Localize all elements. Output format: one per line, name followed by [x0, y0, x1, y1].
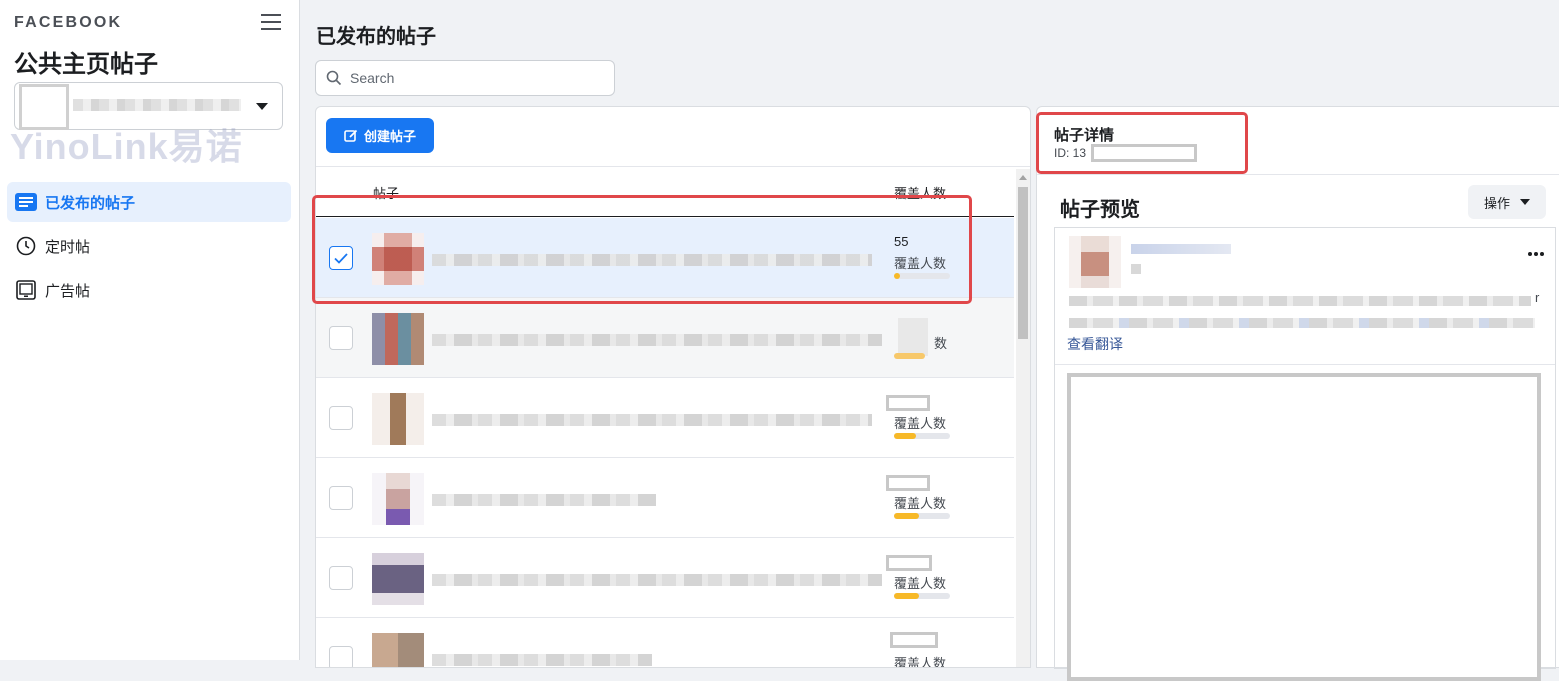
post-text-redacted — [432, 574, 882, 586]
divider — [316, 166, 1030, 167]
clock-icon — [15, 235, 37, 257]
scrollbar-thumb[interactable] — [1018, 187, 1028, 339]
reach-bar-fill — [894, 433, 917, 439]
actions-label: 操作 — [1483, 195, 1510, 211]
watermark: YinoLink易诺 — [10, 126, 243, 167]
sidebar-item-label: 已发布的帖子 — [45, 194, 136, 212]
chevron-down-icon — [1520, 199, 1530, 205]
page-name-redacted — [73, 99, 241, 111]
post-text-redacted — [432, 414, 872, 426]
create-post-label: 创建帖子 — [363, 129, 416, 144]
reach-bar-fill — [894, 353, 925, 359]
sidebar-item-scheduled-posts[interactable]: 定时帖 — [7, 226, 291, 266]
reach-bar — [894, 593, 950, 599]
post-thumbnail — [372, 633, 424, 667]
preview-title: 帖子预览 — [1060, 199, 1140, 221]
reach-label: 覆盖人数 — [894, 496, 947, 511]
post-thumbnail — [372, 553, 424, 605]
divider — [1055, 364, 1555, 365]
sidebar-item-ad-posts[interactable]: 广告帖 — [7, 270, 291, 310]
tablet-icon — [15, 279, 37, 301]
annotation-highlight-detail — [1036, 112, 1248, 174]
row-checkbox[interactable] — [329, 406, 353, 430]
post-meta-redacted — [1131, 264, 1141, 274]
divider — [1037, 174, 1559, 175]
redacted-block — [886, 555, 932, 571]
post-text-redacted — [432, 334, 882, 346]
sidebar: FACEBOOK 公共主页帖子 YinoLink易诺 已发布的帖子 定时帖 广告… — [0, 0, 300, 660]
brand-logo: FACEBOOK — [14, 14, 123, 31]
reach-bar-fill — [894, 513, 920, 519]
post-text-redacted — [1069, 318, 1535, 328]
redacted-block — [886, 395, 930, 411]
search-box[interactable] — [315, 60, 615, 96]
redacted-block — [886, 475, 930, 491]
scrollbar[interactable] — [1016, 169, 1030, 667]
sidebar-item-label: 定时帖 — [45, 238, 91, 256]
table-row[interactable]: 覆盖人数 — [316, 378, 1014, 458]
reach-label: 覆盖人数 — [894, 576, 947, 591]
post-preview-card: r 查看翻译 — [1054, 227, 1556, 681]
reach-bar — [894, 513, 950, 519]
post-text-trailing: r — [1535, 290, 1540, 305]
hamburger-menu-icon[interactable] — [261, 14, 281, 32]
post-text-redacted — [432, 494, 656, 506]
post-thumbnail — [372, 313, 424, 365]
search-icon — [326, 70, 342, 86]
row-checkbox[interactable] — [329, 646, 353, 667]
table-row[interactable]: 数 — [316, 298, 1014, 378]
table-row[interactable]: 覆盖人数 — [316, 538, 1014, 618]
post-text-redacted — [432, 654, 652, 666]
post-text-redacted — [1069, 296, 1531, 306]
chevron-down-icon — [256, 103, 268, 110]
create-post-button[interactable]: 创建帖子 — [326, 118, 434, 153]
row-checkbox[interactable] — [329, 326, 353, 350]
post-detail-panel: 帖子详情 ID: 13 帖子预览 操作 r 查看翻译 — [1036, 106, 1559, 681]
scroll-up-icon[interactable] — [1019, 175, 1027, 180]
post-thumbnail — [372, 473, 424, 525]
table-row[interactable]: 覆盖人数 — [316, 618, 1014, 668]
reach-bar — [894, 353, 950, 359]
sidebar-item-published-posts[interactable]: 已发布的帖子 — [7, 182, 291, 222]
search-input[interactable] — [348, 69, 592, 87]
sidebar-item-label: 广告帖 — [45, 282, 91, 300]
posts-list-panel: 创建帖子 帖子 覆盖人数 55 覆盖人数 数 覆盖人数 覆盖人数 覆盖人数 覆盖… — [315, 106, 1031, 668]
actions-dropdown-button[interactable]: 操作 — [1468, 185, 1546, 219]
post-author-avatar — [1069, 236, 1121, 288]
see-translation-link[interactable]: 查看翻译 — [1067, 334, 1123, 354]
post-author-name-redacted — [1131, 244, 1231, 254]
row-checkbox[interactable] — [329, 566, 353, 590]
edit-icon — [344, 129, 358, 142]
section-title: 已发布的帖子 — [316, 26, 436, 48]
reach-label: 数 — [934, 336, 948, 351]
reach-label: 覆盖人数 — [894, 416, 947, 431]
redacted-block — [898, 318, 928, 356]
annotation-highlight-row — [312, 195, 972, 304]
reach-label: 覆盖人数 — [894, 656, 947, 668]
reach-bar — [894, 433, 950, 439]
post-media-redacted — [1067, 373, 1541, 681]
more-options-icon[interactable] — [1527, 244, 1545, 262]
redacted-block — [890, 632, 938, 648]
reach-bar-fill — [894, 593, 920, 599]
table-row[interactable]: 覆盖人数 — [316, 458, 1014, 538]
row-checkbox[interactable] — [329, 486, 353, 510]
list-icon — [15, 191, 37, 213]
post-thumbnail — [372, 393, 424, 445]
page-title: 公共主页帖子 — [14, 51, 158, 78]
